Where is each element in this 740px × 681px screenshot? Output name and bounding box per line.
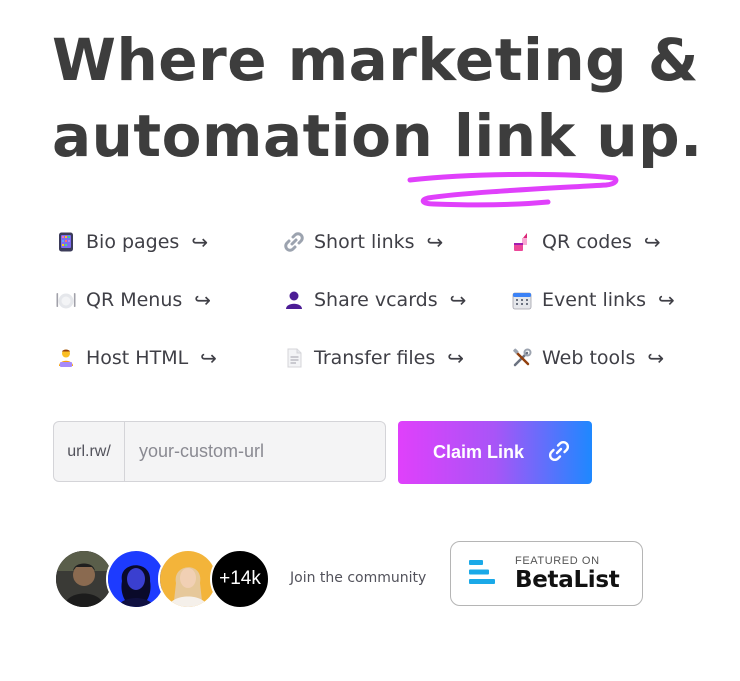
- betalist-featured-on: FEATURED ON: [515, 554, 600, 567]
- feature-label: Bio pages: [86, 231, 180, 253]
- feature-label: Event links: [542, 289, 646, 311]
- document-icon: [284, 348, 304, 368]
- arrow-icon: ↪: [447, 346, 465, 370]
- claim-link-label: Claim Link: [433, 442, 525, 462]
- avatar: [54, 549, 114, 609]
- custom-url-field: url.rw/: [53, 421, 386, 482]
- arrow-icon: ↪: [449, 288, 467, 312]
- feature-web-tools[interactable]: Web tools ↪: [512, 338, 664, 378]
- feature-label: Short links: [314, 231, 415, 253]
- custom-url-input[interactable]: [125, 422, 385, 481]
- hero-line-1: Where marketing &: [52, 26, 699, 94]
- technologist-icon: [56, 348, 76, 368]
- betalist-name: BetaList: [515, 566, 620, 593]
- link-icon: [548, 440, 570, 465]
- person-icon: [284, 290, 304, 310]
- avatar: [106, 549, 166, 609]
- feature-share-vcards[interactable]: Share vcards ↪: [284, 280, 466, 320]
- hero-line-2: automation link up.: [52, 102, 703, 170]
- arrow-icon: ↪: [657, 288, 675, 312]
- feature-label: Transfer files: [314, 347, 436, 369]
- betalist-text: FEATURED ON BetaList: [515, 554, 620, 593]
- feature-event-links[interactable]: Event links ↪: [512, 280, 675, 320]
- tools-icon: [512, 348, 532, 368]
- community-count-badge: +14k: [210, 549, 270, 609]
- link-icon: [284, 232, 304, 252]
- feature-bio-pages[interactable]: Bio pages ↪: [56, 222, 208, 262]
- plate-icon: [56, 290, 76, 310]
- url-prefix: url.rw/: [54, 422, 125, 481]
- feature-qr-codes[interactable]: QR codes ↪: [512, 222, 661, 262]
- arrow-icon: ↪: [200, 346, 217, 370]
- arrow-icon: ↪: [647, 346, 665, 370]
- calendar-icon: [512, 290, 532, 310]
- claim-link-button[interactable]: Claim Link: [398, 421, 592, 484]
- avatar: [158, 549, 218, 609]
- arrow-icon: ↪: [194, 288, 212, 312]
- hero-heading: Where marketing & automation link up.: [52, 22, 703, 174]
- feature-label: QR codes: [542, 231, 632, 253]
- join-community-text: Join the community: [290, 570, 427, 586]
- feature-label: QR Menus: [86, 289, 183, 311]
- feature-label: Web tools: [542, 347, 636, 369]
- feature-qr-menus[interactable]: QR Menus ↪: [56, 280, 211, 320]
- lipstick-icon: [512, 232, 532, 252]
- feature-transfer-files[interactable]: Transfer files ↪: [284, 338, 464, 378]
- arrow-icon: ↪: [191, 230, 209, 254]
- arrow-icon: ↪: [643, 230, 661, 254]
- feature-label: Share vcards: [314, 289, 438, 311]
- feature-short-links[interactable]: Short links ↪: [284, 222, 443, 262]
- feature-label: Host HTML: [86, 347, 189, 369]
- phone-icon: [56, 232, 76, 252]
- betalist-logo-icon: [469, 559, 495, 589]
- squiggle-underline: [407, 171, 619, 208]
- arrow-icon: ↪: [426, 230, 444, 254]
- betalist-badge[interactable]: FEATURED ON BetaList: [450, 541, 643, 606]
- feature-host-html[interactable]: Host HTML ↪: [56, 338, 217, 378]
